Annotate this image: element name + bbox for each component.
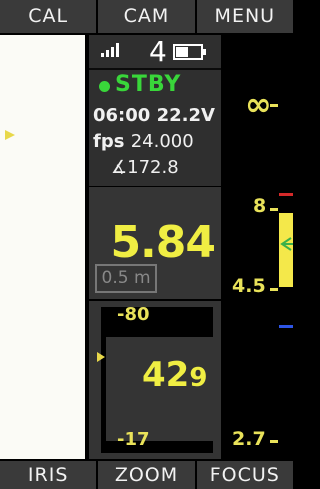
divider [89,68,221,70]
far-limit-marker [279,193,293,196]
tab-cam[interactable]: CAM [98,0,197,33]
zoom-panel[interactable]: -80 -17 429 [89,301,221,459]
zoom-pointer-icon [97,352,105,362]
tab-menu[interactable]: MENU [197,0,293,33]
tab-iris[interactable]: IRIS [0,461,99,489]
focus-arrow-icon [279,237,293,251]
focus-tick [270,440,278,443]
timecode: 06:00 [93,105,151,126]
record-state: STBY [115,72,182,97]
focus-pointer-icon [5,130,15,140]
focus-distance-value: 5.84 [110,217,216,268]
tab-cal[interactable]: CAL [0,0,99,33]
record-status-dot-icon [99,81,110,92]
timecode-voltage-line: 06:00 22.2V [93,105,215,126]
tab-zoom[interactable]: ZOOM [98,461,197,489]
focus-scale[interactable]: ∞ 8 4.5 2.7 [223,35,293,459]
fps-label: fps [93,131,125,152]
focus-mark-8: 8 [253,195,267,217]
focus-tick [270,288,278,291]
top-tab-bar: CAL CAM MENU [0,0,293,33]
focus-wheel-strip[interactable] [0,35,85,459]
bottom-tab-bar: IRIS ZOOM FOCUS [0,461,293,489]
focus-tick [270,104,278,107]
fps-value: 24.000 [130,131,194,152]
voltage: 22.2V [156,105,215,126]
fps-line: fps 24.000 [93,131,194,152]
shutter-value: 172.8 [127,157,179,178]
focus-distance-panel[interactable]: 5.84 0.5 m [89,187,221,299]
focus-mark-infinity: ∞ [245,85,272,123]
tab-focus[interactable]: FOCUS [197,461,293,489]
zoom-min-label: -17 [117,429,150,450]
focus-mark-2-7: 2.7 [232,428,266,450]
shutter-line: ∡172.8 [111,157,179,178]
status-panel: 4 STBY 06:00 22.2V fps 24.000 ∡172.8 [89,35,221,186]
focus-mark-4-5: 4.5 [232,275,266,297]
channel-number: 4 [149,35,167,68]
near-limit-marker [279,325,293,328]
battery-icon [173,44,206,60]
signal-bars-icon [101,43,119,57]
zoom-value: 429 [142,355,208,395]
shutter-angle-icon: ∡ [111,157,128,178]
zoom-max-label: -80 [117,304,150,325]
lens-limit-box: 0.5 m [95,264,157,293]
focus-tick [270,208,278,211]
